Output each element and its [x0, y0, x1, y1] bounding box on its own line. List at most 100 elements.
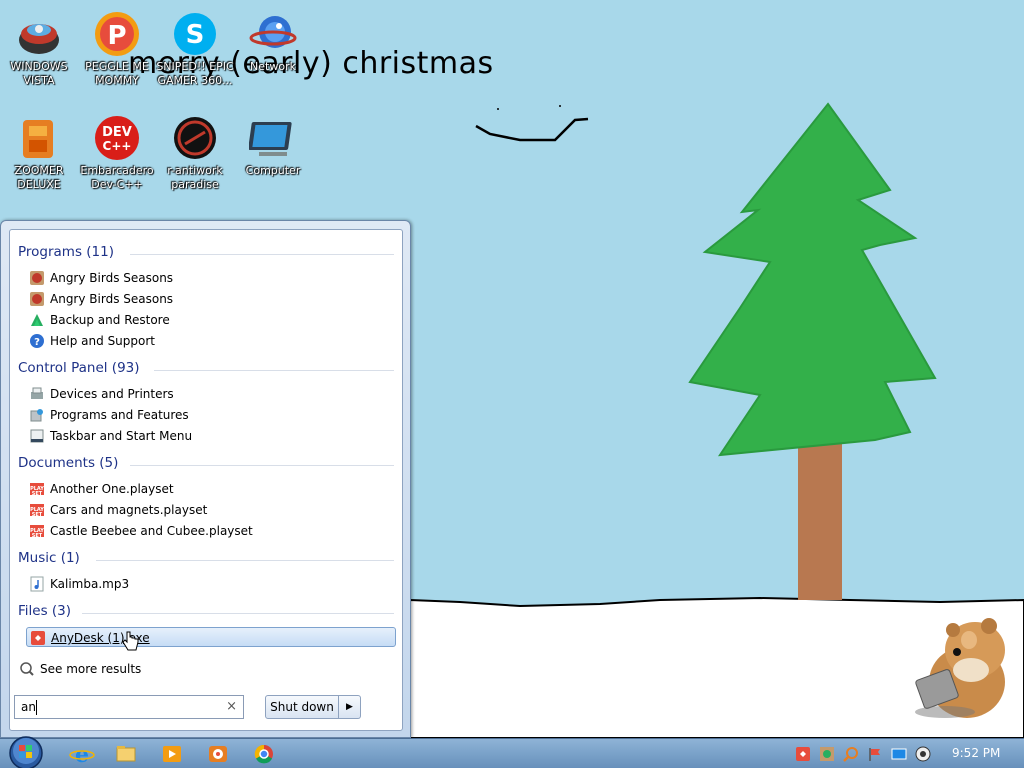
result-item-label: Cars and magnets.playset [50, 503, 208, 517]
text-caret [36, 700, 37, 715]
group-header-files[interactable]: Files (3) [18, 603, 71, 619]
result-item-anydesk-exe[interactable]: AnyDesk (1).exe [26, 627, 396, 647]
computer-icon [248, 114, 297, 162]
anydesk-icon [30, 630, 46, 646]
taskbar-clock[interactable]: 9:52 PM [952, 746, 1000, 760]
group-header-documents[interactable]: Documents (5) [18, 455, 118, 471]
svg-text:DEV: DEV [102, 125, 132, 140]
result-item-castle-beebee-playset[interactable]: PLAY SET Castle Beebee and Cubee.playset [26, 521, 396, 541]
shutdown-button[interactable]: Shut down [265, 695, 339, 719]
group-header-music[interactable]: Music (1) [18, 550, 80, 566]
desktop-icon-devcpp[interactable]: DEV C++ Embarcadero Dev-C++ [78, 110, 156, 210]
backup-icon [29, 312, 45, 328]
app-tray-icon[interactable] [819, 746, 835, 762]
result-item-angry-birds-seasons[interactable]: Angry Birds Seasons [26, 268, 396, 288]
taskbar-app[interactable] [198, 741, 238, 767]
devcpp-icon: DEV C++ [93, 114, 141, 162]
start-button[interactable] [4, 735, 44, 768]
result-item-label: Programs and Features [50, 408, 189, 422]
desktop-icon-network[interactable]: Network [234, 6, 312, 106]
music-file-icon [29, 576, 45, 592]
desktop-icon-windows-vista[interactable]: WINDOWS VISTA [0, 6, 78, 106]
media-player-icon [163, 746, 181, 762]
peggle-icon: P [93, 10, 141, 58]
desktop-icon-label: PEGGLE ME MOMMY [85, 60, 149, 87]
playset-icon: PLAY SET [29, 502, 45, 518]
volume-icon[interactable] [915, 746, 931, 762]
result-item-taskbar-and-start-menu[interactable]: Taskbar and Start Menu [26, 426, 396, 446]
divider [82, 613, 394, 614]
search-input-value: an [21, 700, 36, 714]
hamster-image [915, 618, 1005, 718]
result-item-label: Help and Support [50, 334, 155, 348]
result-item-kalimba-mp3[interactable]: Kalimba.mp3 [26, 574, 396, 594]
result-item-another-one-playset[interactable]: PLAY SET Another One.playset [26, 479, 396, 499]
result-item-label: Angry Birds Seasons [50, 271, 174, 285]
desktop-icon-label: ZOOMER DELUXE [14, 164, 64, 191]
divider [130, 465, 394, 466]
result-item-label: Angry Birds Seasons [50, 292, 174, 306]
result-item-devices-and-printers[interactable]: Devices and Printers [26, 384, 396, 404]
divider [96, 560, 394, 561]
divider [154, 370, 394, 371]
start-search-input[interactable]: an × [14, 695, 244, 719]
result-item-help-and-support[interactable]: ? Help and Support [26, 331, 396, 351]
app-icon [209, 746, 227, 762]
taskbar-media-player[interactable] [152, 741, 192, 767]
desktop-icon-label: r-antiwork paradise [167, 164, 223, 191]
see-more-results-link[interactable]: See more results [16, 659, 386, 679]
result-item-programs-and-features[interactable]: Programs and Features [26, 405, 396, 425]
svg-text:?: ? [34, 337, 40, 348]
result-item-label: Another One.playset [50, 482, 174, 496]
result-item-angry-birds-seasons[interactable]: Angry Birds Seasons [26, 289, 396, 309]
search-tray-icon[interactable] [843, 746, 859, 762]
anydesk-tray-icon[interactable] [795, 746, 811, 762]
internet-explorer-icon: e [69, 742, 95, 768]
taskbar-icon [29, 428, 45, 444]
explorer-icon [116, 746, 136, 762]
search-results-pane: Programs (11) Angry Birds Seasons Angry … [9, 229, 403, 731]
desktop-icon-sniped[interactable]: S SNIPED!! EPIC GAMER 360... [156, 6, 234, 106]
taskbar-chrome[interactable] [244, 741, 284, 767]
desktop-icon-peggle[interactable]: P PEGGLE ME MOMMY [78, 6, 156, 106]
desktop-icon-label: SNIPED!! EPIC GAMER 360... [156, 60, 234, 87]
svg-text:e: e [75, 742, 89, 767]
start-menu: Programs (11) Angry Birds Seasons Angry … [0, 220, 411, 738]
taskbar-internet-explorer[interactable]: e [62, 741, 102, 768]
chrome-icon [254, 744, 273, 764]
svg-text:SET: SET [32, 491, 43, 497]
skype-icon: S [171, 10, 219, 58]
result-item-cars-and-magnets-playset[interactable]: PLAY SET Cars and magnets.playset [26, 500, 396, 520]
result-item-label: Castle Beebee and Cubee.playset [50, 524, 253, 538]
zoomer-icon [15, 114, 63, 162]
desktop-icon-antiwork[interactable]: r-antiwork paradise [156, 110, 234, 210]
desktop-icon-zoomer[interactable]: ZOOMER DELUXE [0, 110, 78, 210]
desktop-icon-label: Network [250, 60, 296, 73]
desktop-icon-label: WINDOWS VISTA [10, 60, 68, 87]
help-icon: ? [29, 333, 45, 349]
see-more-label: See more results [40, 662, 142, 676]
taskbar: e 9:52 PM [0, 735, 1024, 768]
angry-birds-icon [29, 270, 45, 286]
tree-trunk [798, 440, 842, 600]
result-item-backup-and-restore[interactable]: Backup and Restore [26, 310, 396, 330]
display-icon[interactable] [891, 746, 907, 762]
shutdown-options-arrow[interactable]: ▶ [339, 695, 361, 719]
antiwork-icon [171, 114, 219, 162]
flag-icon[interactable] [867, 746, 883, 762]
taskbar-explorer[interactable] [106, 741, 146, 767]
desktop-icon-computer[interactable]: Computer [234, 110, 312, 210]
svg-text:SET: SET [32, 533, 43, 539]
angry-birds-icon [29, 291, 45, 307]
group-header-control-panel[interactable]: Control Panel (93) [18, 360, 140, 376]
playset-icon: PLAY SET [29, 523, 45, 539]
svg-text:P: P [107, 21, 126, 51]
result-item-label: Devices and Printers [50, 387, 174, 401]
desktop-icon-label: Embarcadero Dev-C++ [80, 164, 154, 191]
playset-icon: PLAY SET [29, 481, 45, 497]
svg-text:C++: C++ [103, 139, 132, 153]
clear-search-icon[interactable]: × [226, 699, 237, 714]
svg-text:SET: SET [32, 512, 43, 518]
group-header-programs[interactable]: Programs (11) [18, 244, 114, 260]
programs-features-icon [29, 407, 45, 423]
